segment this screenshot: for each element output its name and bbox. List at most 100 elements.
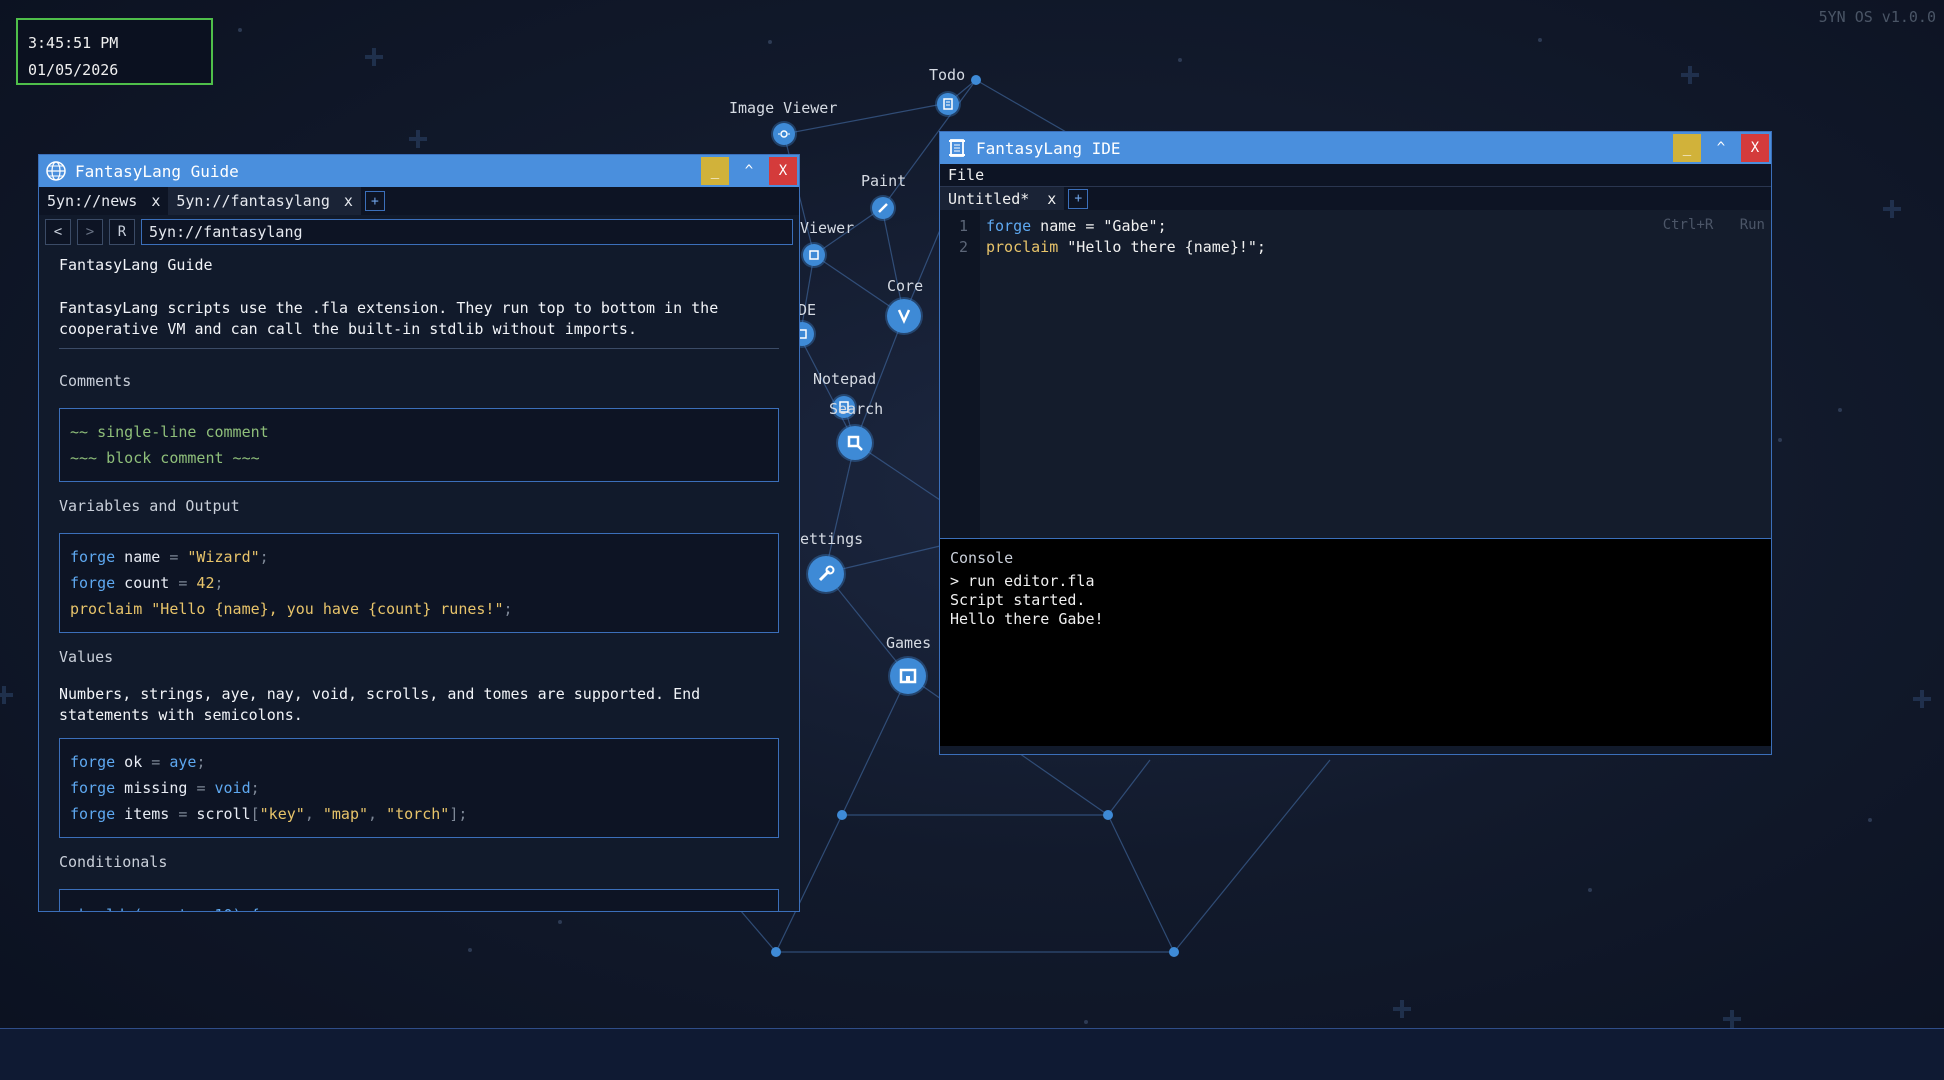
node-games[interactable] — [890, 658, 926, 694]
image-icon — [778, 130, 790, 138]
back-button[interactable]: < — [45, 219, 71, 245]
tab-label: Untitled* — [948, 189, 1030, 208]
node-image-viewer[interactable] — [773, 123, 795, 145]
code-block-conditionals: should (count > 10) { — [59, 889, 779, 911]
node-search[interactable] — [838, 426, 872, 460]
line-number: 2 — [958, 238, 968, 256]
line-gutter — [940, 210, 980, 538]
code-line: ~~ single-line comment — [70, 423, 269, 441]
close-button[interactable]: X — [1741, 134, 1769, 162]
tab-close-button[interactable]: x — [151, 192, 160, 210]
guide-window: FantasyLang Guide _ ^ X 5yn://news x 5yn… — [38, 154, 800, 912]
node-label-core: Core — [887, 277, 924, 295]
section-heading-comments: Comments — [59, 372, 132, 390]
menu-bar: File — [940, 164, 1771, 186]
clock-time: 3:45:51 PM — [28, 34, 119, 52]
guide-titlebar[interactable]: FantasyLang Guide _ ^ X — [39, 155, 799, 187]
code-line: forge count = 42; — [70, 574, 224, 592]
line-number: 1 — [958, 217, 968, 235]
code-block-comments: ~~ single-line comment ~~~ block comment… — [59, 408, 779, 482]
code-block-variables: forge name = "Wizard"; forge count = 42;… — [59, 533, 779, 633]
browser-tabs: 5yn://news x 5yn://fantasylang x + — [39, 187, 799, 215]
tab-label: 5yn://news — [47, 192, 138, 210]
page-title: FantasyLang Guide — [59, 256, 213, 274]
ide-titlebar[interactable]: FantasyLang IDE _ ^ X — [940, 132, 1771, 164]
code-line: forge items = scroll["key", "map", "torc… — [70, 805, 468, 823]
divider — [59, 348, 779, 349]
editor-line: 2 proclaim "Hello there {name}!"; — [940, 237, 1266, 258]
clock-widget: 3:45:51 PM 01/05/2026 — [16, 18, 213, 85]
node-core[interactable] — [887, 299, 921, 333]
guide-page-content: FantasyLang Guide FantasyLang scripts us… — [39, 249, 799, 911]
node-todo[interactable] — [937, 93, 959, 115]
tab-close-button[interactable]: x — [1047, 190, 1056, 208]
gamepad-icon — [899, 668, 917, 684]
console-line: > run editor.fla — [950, 572, 1095, 590]
code-editor[interactable]: 1 forge name = "Gabe"; 2 proclaim "Hello… — [940, 210, 1771, 538]
taskbar — [0, 1028, 1944, 1080]
url-input[interactable]: 5yn://fantasylang — [141, 219, 793, 245]
section-heading-conditionals: Conditionals — [59, 853, 168, 871]
reload-button[interactable]: R — [109, 219, 135, 245]
node-paint[interactable] — [872, 197, 894, 219]
console-title: Console — [950, 549, 1014, 567]
globe-icon — [45, 160, 67, 182]
node-label-games: Games — [886, 634, 932, 652]
node-label-viewer: Viewer — [800, 219, 855, 237]
document-icon — [943, 98, 953, 110]
clock-date: 01/05/2026 — [28, 61, 119, 79]
ide-window: FantasyLang IDE _ ^ X File Untitled* x +… — [939, 131, 1772, 755]
run-button[interactable]: Run — [1740, 217, 1765, 233]
console-line: Script started. — [950, 591, 1086, 609]
maximize-button[interactable]: ^ — [1707, 134, 1735, 162]
node-label-search: Search — [829, 400, 884, 418]
intro-paragraph: FantasyLang scripts use the .fla extensi… — [59, 299, 719, 338]
scroll-icon — [946, 137, 968, 159]
code-line: forge missing = void; — [70, 779, 260, 797]
new-tab-button[interactable]: + — [364, 191, 385, 211]
browser-navbar: < > R 5yn://fantasylang — [39, 215, 799, 249]
node-label-ide: DE — [798, 301, 817, 319]
tab-untitled[interactable]: Untitled* x — [940, 186, 1065, 211]
console-panel: Console > run editor.fla Script started.… — [940, 538, 1771, 746]
tab-label: 5yn://fantasylang — [176, 192, 330, 210]
console-line: Hello there Gabe! — [950, 610, 1104, 628]
node-label-paint: Paint — [861, 172, 907, 190]
new-tab-button[interactable]: + — [1068, 188, 1089, 209]
node-label-notepad: Notepad — [813, 370, 877, 388]
code-line: proclaim "Hello {name}, you have {count}… — [70, 600, 513, 618]
ide-window-title: FantasyLang IDE — [976, 138, 1121, 158]
os-version: 5YN OS v1.0.0 — [1818, 8, 1936, 26]
node-settings[interactable] — [808, 556, 844, 592]
code-block-values: forge ok = aye; forge missing = void; fo… — [59, 738, 779, 838]
minimize-button[interactable]: _ — [701, 157, 729, 185]
tab-close-button[interactable]: x — [344, 192, 353, 210]
tab-news[interactable]: 5yn://news x — [39, 187, 168, 215]
code-line: forge ok = aye; — [70, 753, 206, 771]
run-hint: Ctrl+R Run — [1645, 217, 1765, 233]
editor-line: 1 forge name = "Gabe"; — [940, 216, 1266, 237]
section-heading-values: Values — [59, 648, 114, 666]
section-heading-variables: Variables and Output — [59, 497, 240, 515]
minimize-button[interactable]: _ — [1673, 134, 1701, 162]
guide-window-title: FantasyLang Guide — [75, 161, 239, 181]
close-button[interactable]: X — [769, 157, 797, 185]
node-viewer[interactable] — [803, 244, 825, 266]
node-label-todo: Todo — [929, 66, 966, 84]
maximize-button[interactable]: ^ — [735, 157, 763, 185]
brush-icon — [878, 203, 888, 213]
menu-file[interactable]: File — [948, 166, 984, 184]
run-shortcut: Ctrl+R — [1662, 217, 1714, 233]
viewer-icon — [809, 250, 819, 260]
editor-tabs: Untitled* x + — [940, 186, 1771, 211]
code-line: should (count > 10) { — [70, 902, 768, 911]
code-line: ~~~ block comment ~~~ — [70, 449, 260, 467]
forward-button[interactable]: > — [77, 219, 103, 245]
core-icon — [897, 309, 911, 325]
search-icon — [847, 435, 863, 451]
node-label-image-viewer: Image Viewer — [729, 99, 838, 117]
wrench-icon — [818, 565, 835, 582]
tab-fantasylang[interactable]: 5yn://fantasylang x — [168, 187, 361, 215]
node-label-settings: ettings — [800, 530, 864, 548]
values-paragraph: Numbers, strings, aye, nay, void, scroll… — [59, 685, 701, 724]
